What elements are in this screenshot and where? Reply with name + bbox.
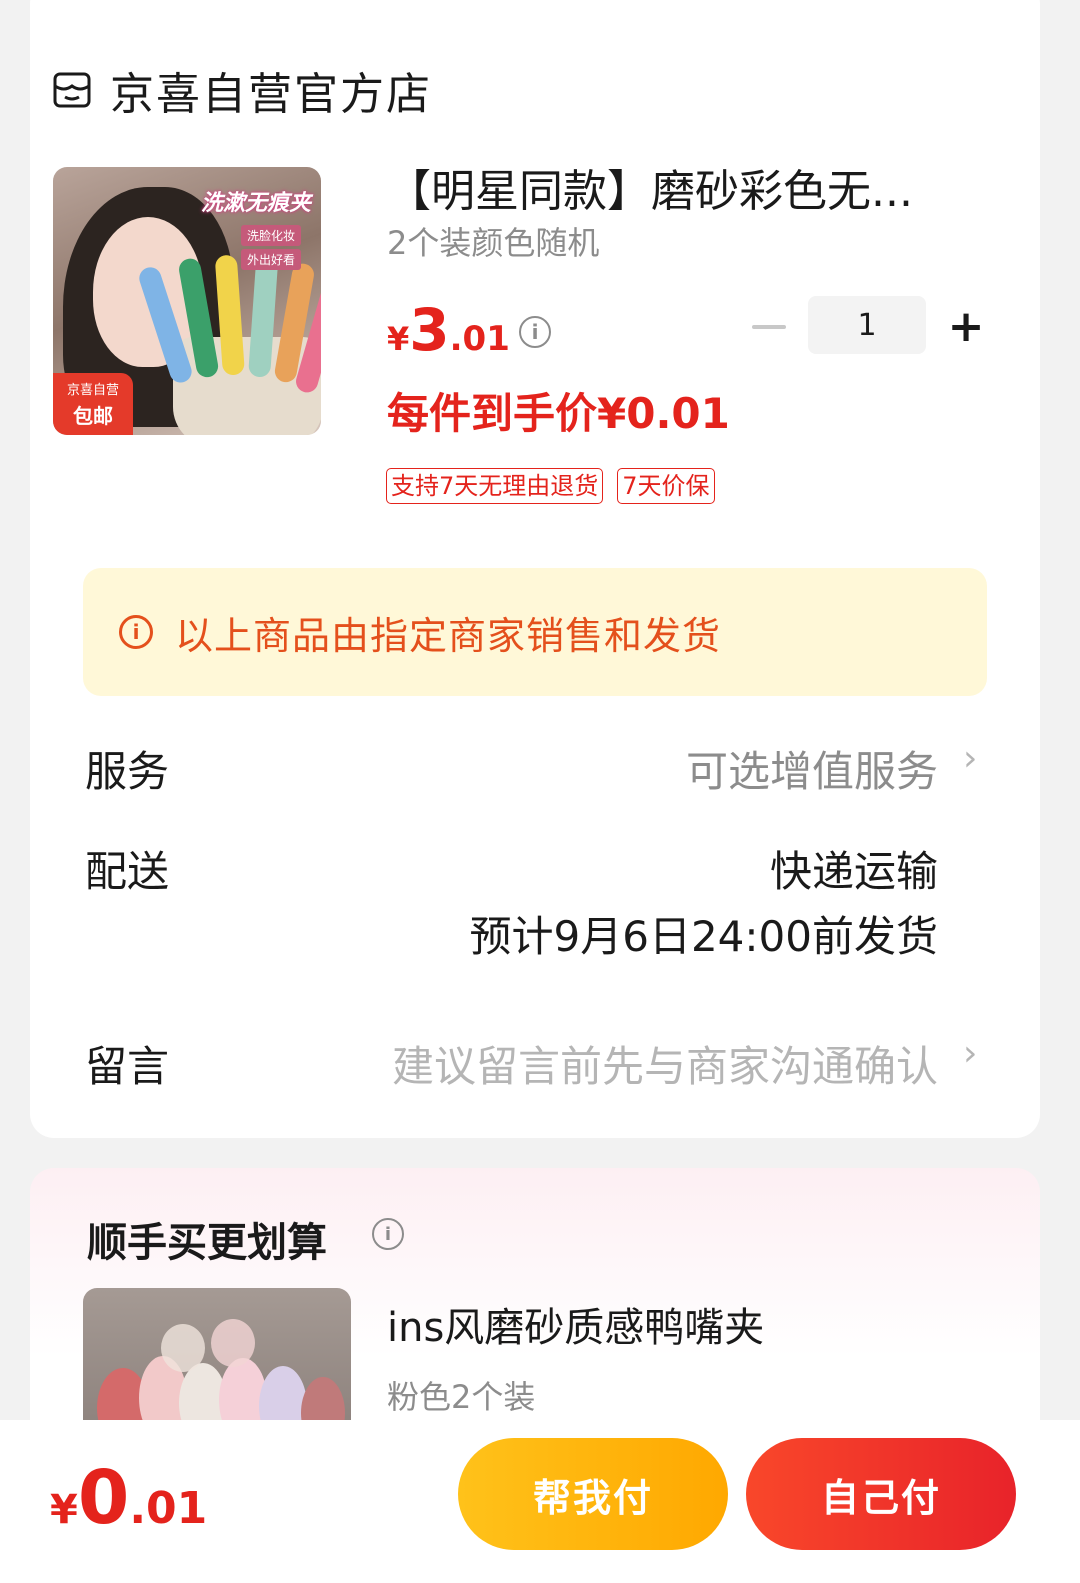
notice-text: 以上商品由指定商家销售和发货	[175, 613, 722, 658]
store-icon	[52, 70, 92, 110]
tag-price-protect: 7天价保	[617, 468, 715, 504]
total-integer: 0	[77, 1455, 130, 1541]
delivery-method: 快递运输	[769, 847, 938, 896]
quantity-minus-button[interactable]	[752, 325, 786, 329]
shipping-badge: 京喜自营 包邮	[53, 373, 133, 435]
price-integer: 3	[409, 296, 450, 364]
service-tags: 支持7天无理由退货 7天价保	[386, 468, 715, 504]
total-decimal: .01	[129, 1483, 208, 1534]
chevron-right-icon[interactable]: ›	[963, 738, 977, 779]
bundle-product-spec: 粉色2个装	[387, 1378, 536, 1416]
service-value[interactable]: 可选增值服务	[686, 738, 938, 799]
shop-header[interactable]: 京喜自营官方店	[52, 60, 432, 120]
message-label: 留言	[85, 1042, 170, 1091]
badge-top-text: 京喜自营	[66, 383, 119, 398]
delivery-label: 配送	[85, 847, 170, 896]
image-chip: 外出好看	[240, 249, 301, 270]
product-title[interactable]: 【明星同款】磨砂彩色无...	[387, 155, 967, 219]
delivery-eta: 预计9月6日24:00前发货	[469, 912, 938, 961]
bundle-info-icon[interactable]: i	[372, 1218, 404, 1250]
product-image[interactable]: 洗漱无痕夹 洗脸化妆 外出好看 京喜自营 包邮	[53, 167, 321, 435]
final-unit-price: 每件到手价¥0.01	[387, 389, 730, 438]
quantity-plus-button[interactable]: +	[947, 305, 985, 349]
badge-bottom-text: 包邮	[73, 404, 113, 428]
price-decimal: .01	[449, 319, 510, 359]
info-icon: i	[119, 615, 153, 649]
seller-notice: i 以上商品由指定商家销售和发货	[83, 568, 987, 696]
order-confirm-page: 京喜自营官方店 洗漱无痕夹 洗脸化妆 外出好看 京喜自营 包邮 【明星同款】磨砂…	[0, 0, 1080, 1583]
bundle-title: 顺手买更划算	[87, 1220, 327, 1266]
price-currency: ¥	[387, 320, 410, 358]
tag-return: 支持7天无理由退货	[386, 468, 604, 504]
help-pay-button[interactable]: 帮我付	[458, 1438, 728, 1550]
service-label: 服务	[85, 747, 170, 796]
image-overlay-title: 洗漱无痕夹	[200, 191, 311, 216]
self-pay-button[interactable]: 自己付	[746, 1438, 1016, 1550]
bundle-product-name[interactable]: ins风磨砂质感鸭嘴夹	[387, 1295, 764, 1353]
total-price: ¥ 0 .01	[50, 1455, 207, 1541]
chevron-right-icon[interactable]: ›	[963, 1033, 977, 1074]
product-spec: 2个装颜色随机	[387, 224, 600, 262]
quantity-input[interactable]: 1	[808, 296, 926, 354]
shop-name: 京喜自营官方店	[110, 69, 432, 120]
product-price: ¥ 3 .01	[387, 296, 510, 364]
message-input[interactable]: 建议留言前先与商家沟通确认	[392, 1033, 938, 1094]
price-info-icon[interactable]: i	[519, 316, 551, 348]
total-currency: ¥	[50, 1487, 78, 1533]
image-chip: 洗脸化妆	[240, 225, 301, 246]
